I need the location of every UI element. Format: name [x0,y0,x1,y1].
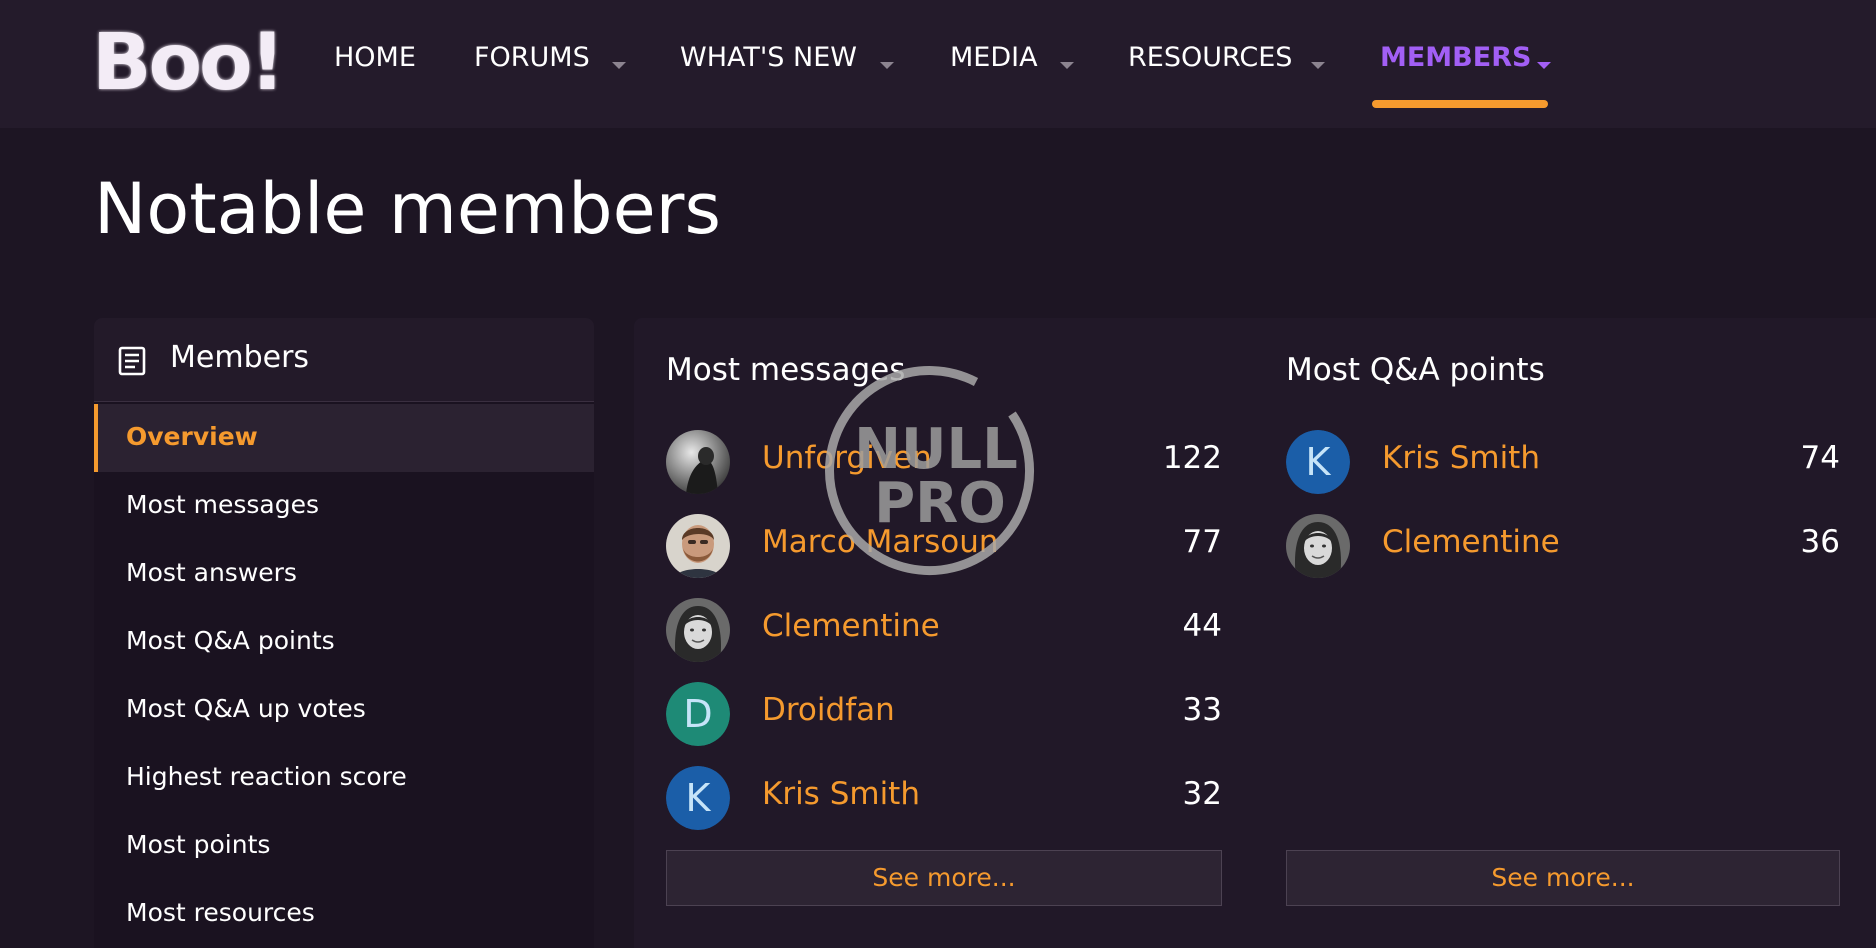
sidebar-item-most-qa-points[interactable]: Most Q&A points [94,608,594,676]
most-messages-heading: Most messages [666,352,906,388]
forums-dropdown-caret-icon[interactable] [612,62,626,69]
sidebar-item-most-resources[interactable]: Most resources [94,880,594,948]
sidebar-item-label: Most Q&A up votes [126,694,366,723]
site-logo[interactable]: Boo! [92,18,285,108]
member-row: K Kris Smith 32 [666,766,1222,832]
member-count: 36 [1800,524,1840,560]
avatar-letter: D [666,682,730,746]
avatar-kris-smith[interactable]: K [1286,430,1350,494]
sidebar-item-highest-reaction-score[interactable]: Highest reaction score [94,744,594,812]
nav-home[interactable]: HOME [334,42,416,82]
sidebar-item-label: Overview [126,422,258,451]
sidebar-item-label: Most Q&A points [126,626,335,655]
member-name-link[interactable]: Unforgiven [762,440,932,476]
member-name-link[interactable]: Clementine [762,608,940,644]
nav-resources[interactable]: RESOURCES [1128,42,1292,82]
resources-dropdown-caret-icon[interactable] [1311,62,1325,69]
sidebar-item-most-qa-up-votes[interactable]: Most Q&A up votes [94,676,594,744]
sidebar-item-label: Highest reaction score [126,762,407,791]
member-row: Marco Marsoun 77 [666,514,1222,580]
member-row: Clementine 36 [1286,514,1840,580]
avatar-clementine[interactable] [1286,514,1350,578]
members-dropdown-caret-icon[interactable] [1537,62,1551,69]
avatar-unforgiven[interactable] [666,430,730,494]
nav-whats-new[interactable]: WHAT'S NEW [680,42,857,82]
sidebar-item-most-answers[interactable]: Most answers [94,540,594,608]
nav-media[interactable]: MEDIA [950,42,1038,82]
sidebar-item-label: Most points [126,830,271,859]
nav-forums[interactable]: FORUMS [474,42,590,82]
member-name-link[interactable]: Kris Smith [762,776,920,812]
sidebar-item-label: Most resources [126,898,315,927]
member-count: 74 [1800,440,1840,476]
avatar-marco-marsoun[interactable] [666,514,730,578]
top-navigation-bar: Boo! HOME FORUMS WHAT'S NEW MEDIA RESOUR… [0,0,1876,128]
sidebar-item-label: Most answers [126,558,297,587]
avatar-clementine[interactable] [666,598,730,662]
member-count: 122 [1162,440,1222,476]
member-name-link[interactable]: Clementine [1382,524,1560,560]
sidebar-header: Members [94,318,594,402]
member-count: 77 [1182,524,1222,560]
members-sidebar: Members Overview Most messages Most answ… [94,318,594,948]
member-name-link[interactable]: Marco Marsoun [762,524,999,560]
sidebar-item-label: Most messages [126,490,320,519]
most-qa-points-heading: Most Q&A points [1286,352,1545,388]
avatar-droidfan[interactable]: D [666,682,730,746]
avatar-kris-smith[interactable]: K [666,766,730,830]
document-list-icon [118,346,146,376]
member-row: K Kris Smith 74 [1286,430,1840,496]
member-name-link[interactable]: Kris Smith [1382,440,1540,476]
member-row: Unforgiven 122 [666,430,1222,496]
avatar-letter: K [666,766,730,830]
nav-members[interactable]: MEMBERS [1380,42,1531,82]
whats-new-dropdown-caret-icon[interactable] [880,62,894,69]
active-nav-underline [1372,100,1548,108]
sidebar-item-most-messages[interactable]: Most messages [94,472,594,540]
member-name-link[interactable]: Droidfan [762,692,895,728]
see-more-messages-button[interactable]: See more... [666,850,1222,906]
avatar-letter: K [1286,430,1350,494]
sidebar-item-overview[interactable]: Overview [94,404,594,472]
sidebar-title: Members [170,340,310,375]
page-title: Notable members [94,168,721,250]
member-count: 44 [1182,608,1222,644]
member-row: D Droidfan 33 [666,682,1222,748]
member-count: 32 [1182,776,1222,812]
member-count: 33 [1182,692,1222,728]
member-row: Clementine 44 [666,598,1222,664]
media-dropdown-caret-icon[interactable] [1060,62,1074,69]
see-more-qa-points-button[interactable]: See more... [1286,850,1840,906]
sidebar-item-most-points[interactable]: Most points [94,812,594,880]
